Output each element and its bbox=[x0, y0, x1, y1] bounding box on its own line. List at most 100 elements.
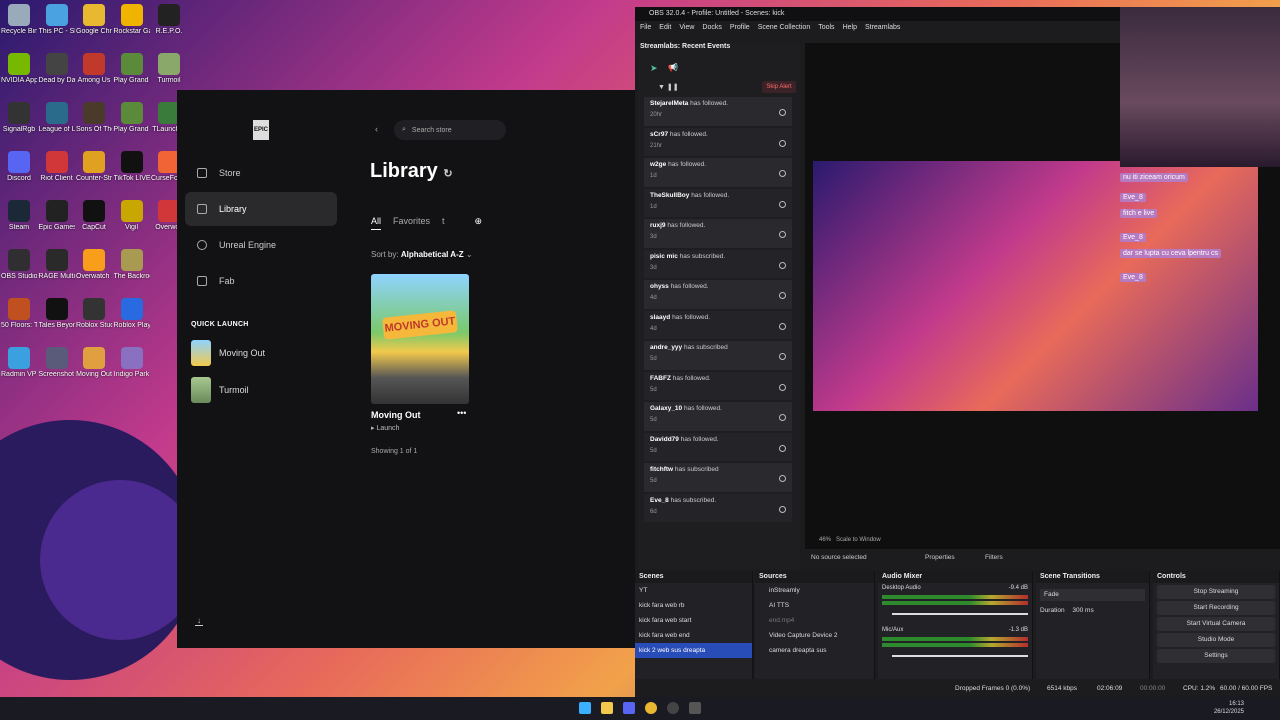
replay-icon[interactable] bbox=[779, 170, 786, 177]
stop-streaming-button[interactable]: Stop Streaming bbox=[1157, 585, 1275, 599]
desktop-icon[interactable]: Steam bbox=[1, 200, 37, 232]
desktop-icon[interactable]: Epic Games Launcher bbox=[39, 200, 75, 232]
source-item[interactable]: end.mp4 bbox=[755, 613, 874, 628]
menu-tools[interactable]: Tools bbox=[818, 21, 834, 35]
desktop-icon[interactable]: RAGE Multiplayer bbox=[39, 249, 75, 281]
desktop-icon[interactable]: R.E.P.O. bbox=[151, 4, 187, 36]
volume-slider[interactable] bbox=[892, 655, 1028, 657]
epic-logo[interactable]: EPIC bbox=[253, 120, 269, 140]
back-icon[interactable]: ‹ bbox=[375, 124, 378, 134]
replay-icon[interactable] bbox=[779, 414, 786, 421]
nav-fab[interactable]: Fab bbox=[185, 264, 337, 298]
desktop-icon[interactable]: This PC - Shortcut bbox=[39, 4, 75, 36]
source-item[interactable]: Video Capture Device 2 bbox=[755, 628, 874, 643]
desktop-icon[interactable]: Roblox Studio bbox=[76, 298, 112, 330]
tab-t[interactable]: t bbox=[442, 216, 445, 230]
start-virtual-camera-button[interactable]: Start Virtual Camera bbox=[1157, 617, 1275, 631]
menu-view[interactable]: View bbox=[679, 21, 694, 35]
desktop-icon[interactable]: Radmin VPN bbox=[1, 347, 37, 379]
desktop-icon[interactable]: CapCut bbox=[76, 200, 112, 232]
filters-button[interactable]: Filters bbox=[985, 554, 1003, 561]
scene-item[interactable]: kick fara web start bbox=[635, 613, 752, 628]
replay-icon[interactable] bbox=[779, 261, 786, 269]
volume-slider[interactable] bbox=[892, 613, 1028, 615]
replay-icon[interactable] bbox=[779, 231, 786, 238]
desktop-icon[interactable]: Play Grand Theft Auto... bbox=[114, 102, 150, 134]
start-recording-button[interactable]: Start Recording bbox=[1157, 601, 1275, 615]
menu-file[interactable]: File bbox=[640, 21, 651, 35]
source-item[interactable]: camera dreapta sus bbox=[755, 643, 874, 658]
properties-button[interactable]: Properties bbox=[925, 554, 955, 561]
replay-icon[interactable] bbox=[779, 292, 786, 299]
scale-mode[interactable]: Scale to Window bbox=[836, 537, 881, 543]
studio-mode-button[interactable]: Studio Mode bbox=[1157, 633, 1275, 647]
discord-icon[interactable] bbox=[623, 702, 635, 714]
desktop-icon[interactable]: Overwatch 2 bbox=[76, 249, 112, 281]
desktop-icon[interactable]: Counter-Strike 2 bbox=[76, 151, 112, 183]
desktop-icon[interactable]: Turmoil bbox=[151, 53, 187, 85]
desktop-icon[interactable]: Riot Client bbox=[39, 151, 75, 183]
scene-item[interactable]: kick 2 web sus dreapta bbox=[635, 643, 752, 658]
desktop-icon[interactable]: NVIDIA App bbox=[1, 53, 37, 85]
source-item[interactable]: AI TTS bbox=[755, 598, 874, 613]
obs-icon[interactable] bbox=[667, 702, 679, 714]
duration-input[interactable]: 300 ms bbox=[1072, 607, 1093, 614]
megaphone-icon[interactable]: 📢 bbox=[668, 63, 678, 72]
desktop-icon[interactable]: Play Grand Theft Auto... bbox=[114, 53, 150, 85]
desktop-icon[interactable]: 50 Floors: The Paranormal... bbox=[1, 298, 37, 330]
scene-item[interactable]: YT bbox=[635, 583, 752, 598]
add-tab-icon[interactable]: ⊕ bbox=[475, 216, 483, 230]
search-input[interactable]: ⌕ Search store bbox=[394, 120, 506, 140]
desktop-icon[interactable]: Vigil bbox=[114, 200, 150, 232]
desktop-icon[interactable]: Rockstar Games... bbox=[114, 4, 150, 36]
download-icon[interactable]: ↓ bbox=[195, 617, 203, 626]
desktop-icon[interactable]: The Backrooms bbox=[114, 249, 150, 281]
menu-help[interactable]: Help bbox=[843, 21, 857, 35]
desktop-icon[interactable]: Among Us bbox=[76, 53, 112, 85]
filter-icon[interactable]: ▼ ❚❚ bbox=[658, 83, 679, 91]
refresh-icon[interactable]: ↻ bbox=[443, 168, 452, 180]
menu-scene-collection[interactable]: Scene Collection bbox=[758, 21, 811, 35]
game-card-art[interactable]: MOVING OUT bbox=[371, 274, 469, 404]
desktop-icon[interactable]: OBS Studio bbox=[1, 249, 37, 281]
tab-all[interactable]: All bbox=[371, 216, 382, 230]
desktop-icon[interactable]: Dead by Daylight bbox=[39, 53, 75, 85]
desktop-icon[interactable]: Sons Of The Forest bbox=[76, 102, 112, 134]
preview-area[interactable]: nu iti ziceam oricum Eve_8 fitch e live Eve… bbox=[805, 7, 1280, 549]
settings-button[interactable]: Settings bbox=[1157, 649, 1275, 663]
launch-button[interactable]: ▸ Launch bbox=[371, 424, 399, 432]
desktop-icon[interactable]: Indigo Park bbox=[114, 347, 150, 379]
quick-launch-item[interactable]: Turmoil bbox=[191, 377, 249, 403]
replay-icon[interactable] bbox=[779, 322, 786, 330]
menu-streamlabs[interactable]: Streamlabs bbox=[865, 21, 900, 35]
nav-store[interactable]: Store bbox=[185, 156, 337, 190]
desktop-icon[interactable]: TikTok LIVE Studio bbox=[114, 151, 150, 183]
replay-icon[interactable] bbox=[779, 475, 786, 482]
scene-item[interactable]: kick fara web rb bbox=[635, 598, 752, 613]
desktop-icon[interactable]: Roblox Player bbox=[114, 298, 150, 330]
transition-select[interactable]: Fade bbox=[1040, 589, 1145, 601]
quick-launch-item[interactable]: Moving Out bbox=[191, 340, 265, 366]
more-options-icon[interactable]: ••• bbox=[457, 408, 466, 418]
scene-item[interactable]: kick fara web end bbox=[635, 628, 752, 643]
source-item[interactable]: inStreamly bbox=[755, 583, 874, 598]
send-icon[interactable]: ➤ bbox=[650, 63, 658, 74]
replay-icon[interactable] bbox=[779, 200, 786, 208]
start-icon[interactable] bbox=[579, 702, 591, 714]
desktop-icon[interactable]: Recycle Bin bbox=[1, 4, 37, 36]
desktop-icon[interactable]: Google Chrome bbox=[76, 4, 112, 36]
desktop-icon[interactable]: SignalRgb bbox=[1, 102, 37, 134]
nav-library[interactable]: Library bbox=[185, 192, 337, 226]
skip-alert-button[interactable]: Skip Alert bbox=[762, 81, 796, 93]
desktop-icon[interactable]: Moving Out bbox=[76, 347, 112, 379]
chrome-icon[interactable] bbox=[645, 702, 657, 714]
desktop-icon[interactable]: Discord bbox=[1, 151, 37, 183]
replay-icon[interactable] bbox=[779, 109, 786, 116]
epic-icon[interactable] bbox=[689, 702, 701, 714]
menu-edit[interactable]: Edit bbox=[659, 21, 671, 35]
menu-profile[interactable]: Profile bbox=[730, 21, 750, 35]
desktop-icon[interactable]: League of Legends bbox=[39, 102, 75, 134]
replay-icon[interactable] bbox=[779, 505, 786, 513]
desktop-icon[interactable]: Tales Beyond The Tomb bbox=[39, 298, 75, 330]
desktop-icon[interactable]: Screenshot 2025-12-23... bbox=[39, 347, 75, 379]
